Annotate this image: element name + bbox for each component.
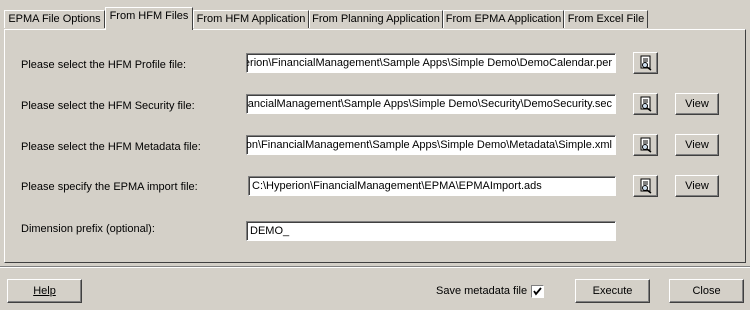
epma-import-file-input[interactable]: C:\Hyperion\FinancialManagement\EPMA\EPM… — [248, 176, 616, 196]
browse-file-icon — [640, 55, 652, 71]
security-file-input[interactable]: C:\Hyperion\FinancialManagement\Sample A… — [246, 94, 616, 114]
epma-import-browse-button[interactable] — [633, 175, 658, 197]
tab-from-hfm-files[interactable]: From HFM Files — [105, 7, 193, 30]
profile-browse-button[interactable] — [633, 52, 658, 74]
tab-from-planning-application[interactable]: From Planning Application — [309, 10, 443, 28]
footer-bar: Help Save metadata file Execute Close — [0, 268, 750, 310]
tab-panel-from-hfm-files: Please select the HFM Profile file: C:\H… — [4, 29, 746, 263]
tab-from-excel-file[interactable]: From Excel File — [564, 10, 648, 28]
dimension-prefix-label: Dimension prefix (optional): — [21, 223, 155, 235]
epma-import-file-label: Please specify the EPMA import file: — [21, 181, 198, 193]
metadata-browse-button[interactable] — [633, 134, 658, 156]
metadata-file-label: Please select the HFM Metadata file: — [21, 141, 201, 153]
browse-file-icon — [640, 178, 652, 194]
profile-file-input[interactable]: C:\Hyperion\FinancialManagement\Sample A… — [246, 53, 616, 73]
metadata-file-input[interactable]: C:\Hyperion\FinancialManagement\Sample A… — [246, 135, 616, 155]
tab-from-hfm-application[interactable]: From HFM Application — [193, 10, 309, 28]
security-view-button[interactable]: View — [675, 93, 719, 115]
metadata-view-button[interactable]: View — [675, 134, 719, 156]
help-button[interactable]: Help — [7, 279, 82, 303]
security-file-label: Please select the HFM Security file: — [21, 100, 195, 112]
epma-import-view-button[interactable]: View — [675, 175, 719, 197]
browse-file-icon — [640, 96, 652, 112]
help-button-label: Help — [33, 285, 56, 297]
tab-from-epma-application[interactable]: From EPMA Application — [443, 10, 564, 28]
dimension-prefix-input[interactable]: DEMO_ — [246, 221, 616, 241]
save-metadata-label: Save metadata file — [436, 285, 528, 297]
save-metadata-checkbox[interactable] — [531, 285, 544, 298]
tab-epma-file-options[interactable]: EPMA File Options — [4, 10, 105, 28]
profile-file-label: Please select the HFM Profile file: — [21, 59, 187, 71]
execute-button[interactable]: Execute — [575, 279, 650, 303]
checkmark-icon — [533, 287, 542, 296]
close-button[interactable]: Close — [669, 279, 744, 303]
browse-file-icon — [640, 137, 652, 153]
security-browse-button[interactable] — [633, 93, 658, 115]
